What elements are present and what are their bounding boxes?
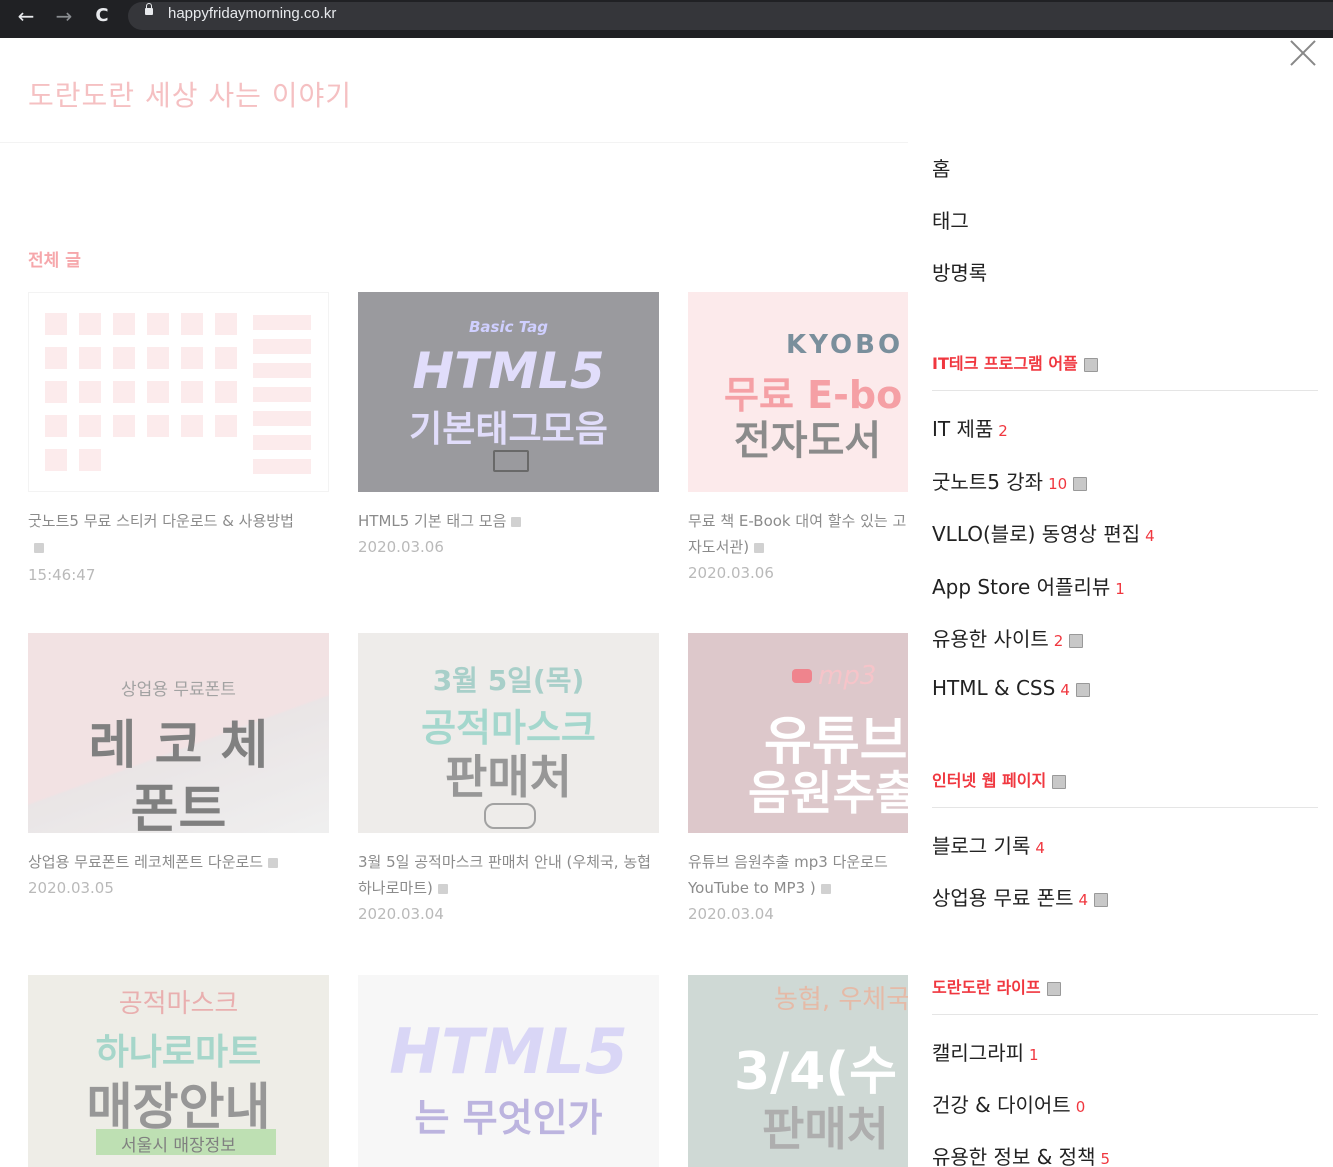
- post-card[interactable]: Basic Tag HTML5 기본태그모음 HTML5 기본 태그 모음 20…: [358, 292, 659, 556]
- sidebar-drawer: 홈 태그 방명록 IT테크 프로그램 어플 IT 제품 2 굿노트5 강좌 10 V…: [908, 142, 1333, 1167]
- new-badge-icon: [1094, 892, 1109, 907]
- post-title[interactable]: HTML5 기본 태그 모음: [358, 508, 659, 534]
- post-thumbnail[interactable]: HTML5 는 무엇인가: [358, 975, 659, 1167]
- post-date: 2020.03.06: [358, 538, 444, 556]
- post-card[interactable]: KYOBO 무료 E-bo 전자도서 무료 책 E-Book 대여 할수 있는 …: [688, 292, 908, 582]
- post-date: 2020.03.06: [688, 564, 774, 582]
- lock-icon: [145, 3, 153, 15]
- menu-item-tags[interactable]: 태그: [932, 205, 969, 234]
- post-card[interactable]: 상업용 무료폰트 레 코 체 폰트 상업용 무료폰트 레코체폰트 다운로드 20…: [28, 633, 329, 897]
- forward-arrow-icon[interactable]: →: [48, 0, 80, 32]
- back-arrow-icon[interactable]: ←: [10, 0, 42, 32]
- post-title[interactable]: 굿노트5 무료 스티커 다운로드 & 사용방법: [28, 508, 329, 560]
- new-badge-icon: [437, 883, 448, 894]
- post-title[interactable]: 무료 책 E-Book 대여 할수 있는 고 전자도서관): [688, 508, 908, 560]
- close-icon[interactable]: [1288, 38, 1318, 68]
- post-title[interactable]: 상업용 무료폰트 레코체폰트 다운로드: [28, 849, 329, 875]
- post-thumbnail[interactable]: 공적마스크 하나로마트 매장안내 서울시 매장정보: [28, 975, 329, 1167]
- category-item[interactable]: VLLO(블로) 동영상 편집 4: [932, 518, 1155, 547]
- new-badge-icon: [1073, 476, 1088, 491]
- category-header[interactable]: IT테크 프로그램 어플: [932, 350, 1098, 374]
- divider: [932, 807, 1318, 808]
- new-badge-icon: [1069, 633, 1084, 648]
- category-item[interactable]: HTML & CSS 4: [932, 676, 1090, 700]
- new-badge-icon: [1046, 981, 1061, 996]
- divider: [932, 390, 1318, 391]
- category-header[interactable]: 도란도란 라이프: [932, 974, 1061, 998]
- new-badge-icon: [1075, 682, 1090, 697]
- category-item[interactable]: App Store 어플리뷰 1: [932, 571, 1125, 600]
- post-date: 2020.03.04: [358, 905, 444, 923]
- post-list: 전체 글 굿노트5 무료 스티커 다운로드 & 사용방법 15:46:47 Ba…: [0, 142, 908, 1167]
- post-card[interactable]: 농협, 우체국 3/4(수 판매처: [688, 975, 908, 1167]
- new-badge-icon: [268, 857, 279, 868]
- new-badge-icon: [511, 516, 522, 527]
- category-item[interactable]: 유용한 사이트 2: [932, 623, 1084, 652]
- post-card[interactable]: 굿노트5 무료 스티커 다운로드 & 사용방법 15:46:47: [28, 292, 329, 584]
- category-item[interactable]: IT 제품 2: [932, 413, 1008, 442]
- category-item[interactable]: 캘리그라피 1: [932, 1037, 1039, 1066]
- divider: [932, 1014, 1318, 1015]
- new-badge-icon: [820, 883, 831, 894]
- category-item[interactable]: 굿노트5 강좌 10: [932, 466, 1088, 495]
- category-item[interactable]: 블로그 기록 4: [932, 830, 1045, 859]
- new-badge-icon: [1052, 774, 1067, 789]
- post-date: 2020.03.05: [28, 879, 114, 897]
- post-card[interactable]: 3월 5일(목) 공적마스크 판매처 3월 5일 공적마스크 판매처 안내 (우…: [358, 633, 659, 923]
- post-card[interactable]: mp3 유튜브 음원추출 유튜브 음원추출 mp3 다운로드 YouTube t…: [688, 633, 908, 923]
- post-thumbnail[interactable]: KYOBO 무료 E-bo 전자도서: [688, 292, 908, 492]
- post-card[interactable]: 공적마스크 하나로마트 매장안내 서울시 매장정보: [28, 975, 329, 1167]
- post-date: 15:46:47: [28, 566, 96, 584]
- post-card[interactable]: HTML5 는 무엇인가: [358, 975, 659, 1167]
- category-item[interactable]: 상업용 무료 폰트 4: [932, 882, 1109, 911]
- post-thumbnail[interactable]: 상업용 무료폰트 레 코 체 폰트: [28, 633, 329, 833]
- new-badge-icon: [754, 542, 765, 553]
- menu-item-home[interactable]: 홈: [932, 153, 950, 182]
- post-thumbnail[interactable]: [28, 292, 329, 492]
- url-text[interactable]: happyfridaymorning.co.kr: [168, 5, 336, 22]
- post-thumbnail[interactable]: 농협, 우체국 3/4(수 판매처: [688, 975, 908, 1167]
- browser-toolbar: ← → C happyfridaymorning.co.kr: [0, 0, 1333, 38]
- new-badge-icon: [34, 542, 44, 553]
- post-thumbnail[interactable]: Basic Tag HTML5 기본태그모음: [358, 292, 659, 492]
- category-item[interactable]: 유용한 정보 & 정책 5: [932, 1141, 1110, 1167]
- category-header[interactable]: 인터넷 웹 페이지: [932, 767, 1067, 791]
- reload-icon[interactable]: C: [86, 0, 118, 32]
- post-thumbnail[interactable]: 3월 5일(목) 공적마스크 판매처: [358, 633, 659, 833]
- category-item[interactable]: 건강 & 다이어트 0: [932, 1089, 1085, 1118]
- new-badge-icon: [1083, 357, 1098, 372]
- post-date: 2020.03.04: [688, 905, 774, 923]
- blog-header: 도란도란 세상 사는 이야기: [0, 38, 1333, 143]
- menu-item-guestbook[interactable]: 방명록: [932, 257, 987, 286]
- post-title[interactable]: 유튜브 음원추출 mp3 다운로드 YouTube to MP3 ): [688, 849, 908, 901]
- blog-title[interactable]: 도란도란 세상 사는 이야기: [28, 74, 352, 114]
- section-title: 전체 글: [28, 251, 81, 271]
- post-thumbnail[interactable]: mp3 유튜브 음원추출: [688, 633, 908, 833]
- post-title[interactable]: 3월 5일 공적마스크 판매처 안내 (우체국, 농협 하나로마트): [358, 849, 659, 901]
